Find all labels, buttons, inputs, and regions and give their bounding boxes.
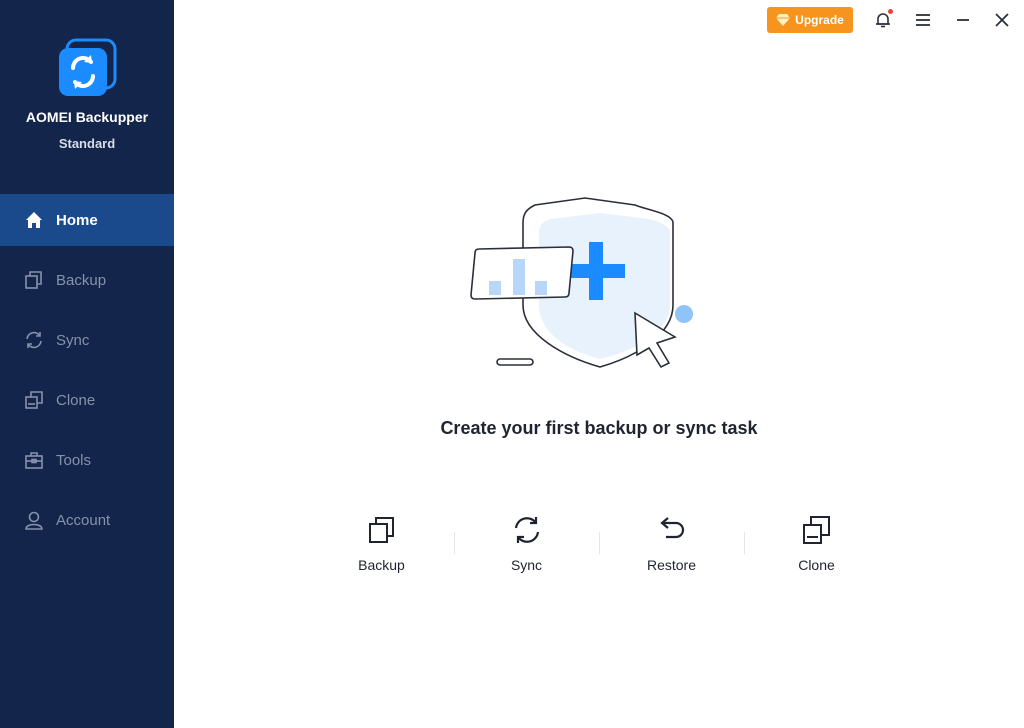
sync-icon [24,330,44,350]
app-edition: Standard [58,136,116,151]
sidebar: AOMEI Backupper Standard Home Backup Syn… [0,0,174,728]
upgrade-button[interactable]: Upgrade [767,7,853,33]
sidebar-item-label: Backup [56,271,107,289]
sidebar-item-label: Sync [56,331,90,349]
clone-icon [799,512,835,548]
sidebar-item-backup[interactable]: Backup [0,254,174,306]
backup-icon [24,270,44,290]
tools-icon [24,450,44,470]
sync-action-button[interactable]: Sync [454,512,599,582]
sidebar-item-label: Home [56,211,98,229]
restore-icon [654,512,690,548]
clone-action-button[interactable]: Clone [744,512,889,582]
sidebar-item-label: Tools [56,451,92,469]
menu-icon[interactable] [911,8,935,32]
notification-dot [888,9,893,14]
bell-icon[interactable] [871,8,895,32]
sidebar-item-label: Account [56,511,111,529]
quick-actions: Backup Sync Restore Clone [309,512,889,582]
account-icon [24,510,44,530]
close-icon[interactable] [990,8,1014,32]
minimize-icon[interactable] [951,8,975,32]
sidebar-item-account[interactable]: Account [0,494,174,546]
backup-action-button[interactable]: Backup [309,512,454,582]
clone-action-label: Clone [798,557,835,573]
app-logo-icon [59,38,117,96]
sidebar-item-sync[interactable]: Sync [0,314,174,366]
app-name: AOMEI Backupper [25,109,149,125]
sync-icon [509,512,545,548]
diamond-icon [776,14,791,26]
sidebar-item-tools[interactable]: Tools [0,434,174,486]
home-icon [24,210,44,230]
restore-action-label: Restore [646,557,697,573]
clone-icon [24,390,44,410]
backup-icon [364,512,400,548]
sync-action-label: Sync [510,557,543,573]
restore-action-button[interactable]: Restore [599,512,744,582]
sidebar-item-clone[interactable]: Clone [0,374,174,426]
backup-action-label: Backup [358,557,405,573]
empty-state-headline: Create your first backup or sync task [440,418,758,438]
sidebar-item-label: Clone [56,391,96,409]
upgrade-label: Upgrade [795,13,844,27]
sidebar-item-home[interactable]: Home [0,194,174,246]
backup-illustration [470,197,693,369]
